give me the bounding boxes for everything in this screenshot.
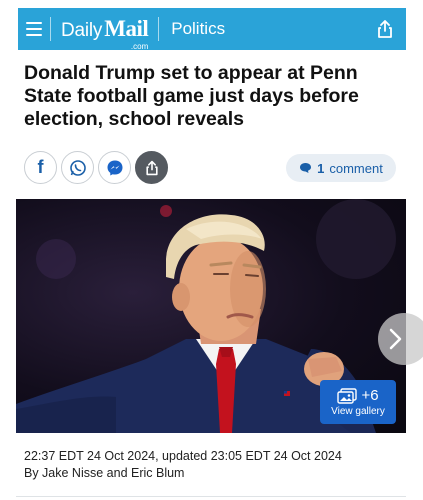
facebook-share-button[interactable]: f	[24, 151, 57, 184]
article-timestamp: 22:37 EDT 24 Oct 2024, updated 23:05 EDT…	[24, 449, 342, 463]
gallery-count: +6	[361, 387, 379, 404]
logo-daily: Daily	[61, 20, 103, 41]
comment-count: 1	[317, 160, 325, 176]
header-share-button[interactable]	[364, 8, 406, 50]
header-divider	[158, 17, 160, 41]
share-row: f	[24, 151, 168, 184]
site-logo[interactable]: Daily Mail .com	[61, 16, 149, 51]
article-meta: 22:37 EDT 24 Oct 2024, updated 23:05 EDT…	[24, 448, 342, 482]
divider	[16, 496, 406, 497]
share-icon	[145, 160, 158, 175]
messenger-icon	[107, 160, 122, 175]
share-icon	[378, 20, 392, 38]
view-gallery-button[interactable]: +6 View gallery	[320, 380, 396, 424]
comment-label: comment	[329, 160, 383, 176]
article-byline: By Jake Nisse and Eric Blum	[24, 466, 185, 480]
gallery-label: View gallery	[331, 406, 385, 417]
comments-button[interactable]: 1 comment	[286, 154, 396, 182]
comment-bubble-icon	[300, 163, 312, 173]
more-share-button[interactable]	[135, 151, 168, 184]
facebook-icon: f	[37, 157, 44, 177]
site-header: Daily Mail .com Politics	[18, 8, 406, 51]
header-divider	[50, 17, 51, 41]
messenger-share-button[interactable]	[98, 151, 131, 184]
chevron-right-icon	[389, 328, 402, 350]
article-headline: Donald Trump set to appear at Penn State…	[24, 62, 359, 130]
section-label[interactable]: Politics	[171, 19, 225, 39]
next-image-button[interactable]	[378, 313, 423, 365]
whatsapp-icon	[69, 159, 86, 176]
article-page: Daily Mail .com Politics Donald Trump se…	[0, 0, 423, 500]
menu-button[interactable]	[18, 8, 50, 50]
whatsapp-share-button[interactable]	[61, 151, 94, 184]
logo-dotcom: .com	[130, 42, 149, 51]
hamburger-icon	[26, 22, 42, 36]
logo-mail: Mail	[104, 16, 149, 41]
gallery-icon	[337, 387, 358, 404]
